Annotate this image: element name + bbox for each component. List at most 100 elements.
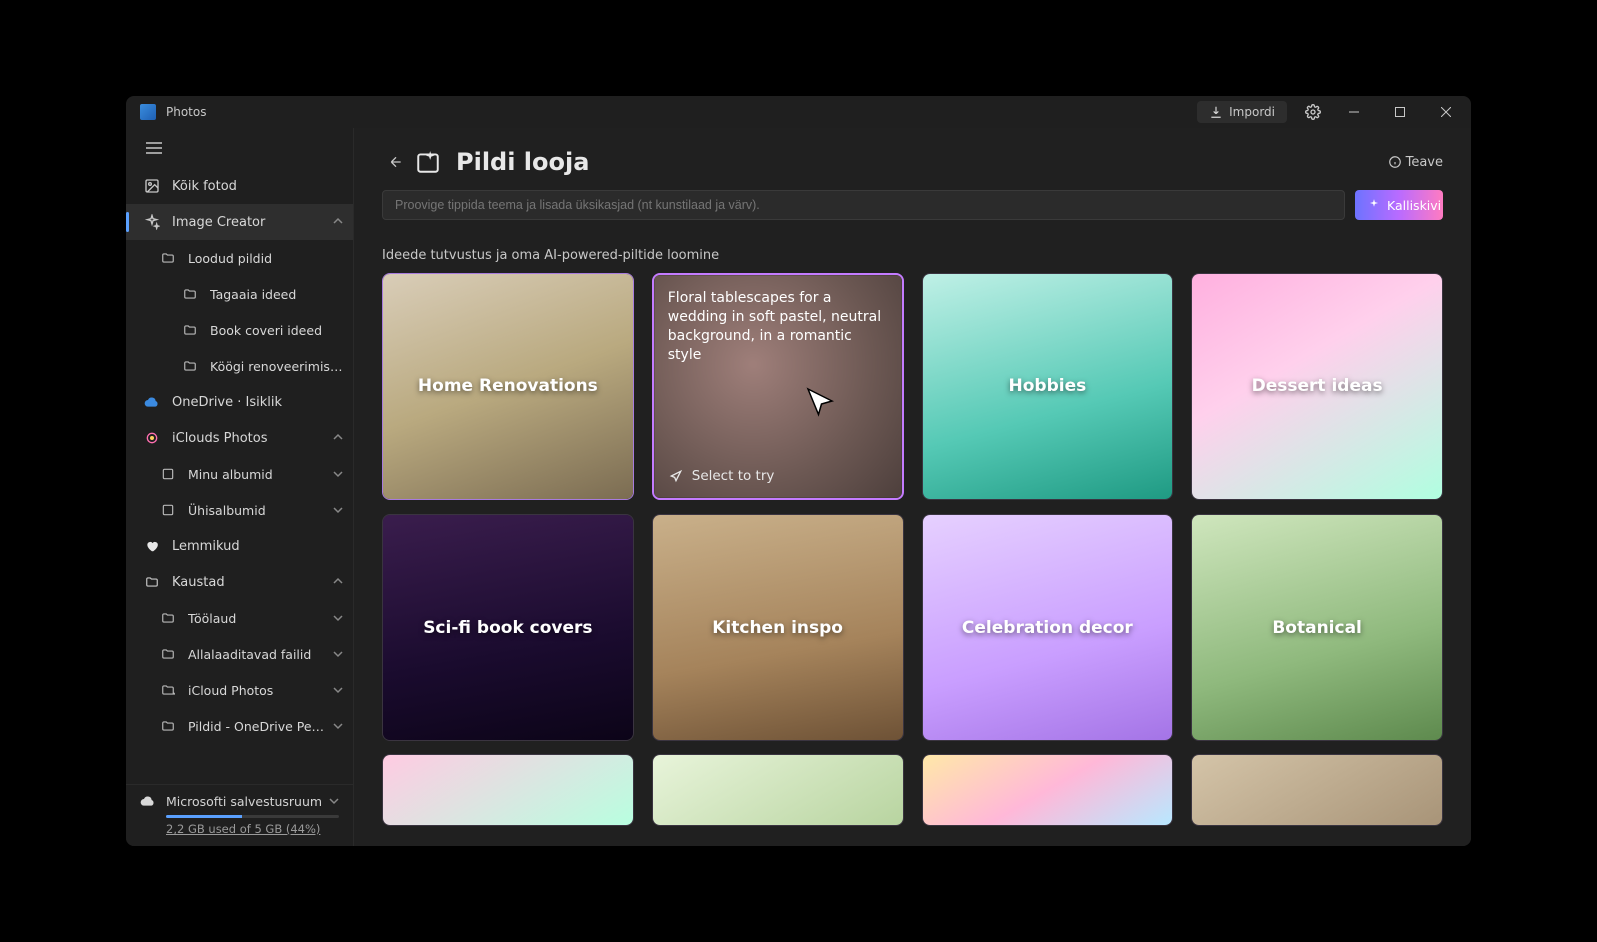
nav-shared-albums[interactable]: Ühisalbumid	[126, 492, 353, 528]
section-subtitle: Ideede tutvustus ja oma AI-powered-pilti…	[354, 220, 1471, 273]
chevron-down-icon	[333, 611, 343, 626]
nav-my-albums[interactable]: Minu albumid	[126, 456, 353, 492]
import-label: Impordi	[1229, 105, 1275, 119]
card-scifi-book-covers[interactable]: Sci-fi book covers	[382, 514, 634, 741]
titlebar: Photos Impordi	[126, 96, 1471, 128]
card-label: Celebration decor	[923, 515, 1173, 740]
minimize-icon	[1349, 107, 1359, 117]
card-partial-2[interactable]	[652, 754, 904, 826]
settings-button[interactable]	[1295, 96, 1331, 128]
nav-all-photos[interactable]: Kõik fotod	[126, 168, 353, 204]
close-button[interactable]	[1423, 96, 1469, 128]
card-label: Home Renovations	[383, 274, 633, 499]
page-title: Pildi looja	[456, 148, 1388, 176]
nav-downloads[interactable]: Allalaaditavad failid	[126, 636, 353, 672]
generate-button[interactable]: Kalliskivi mää	[1355, 190, 1443, 220]
app-window: Photos Impordi Kõik fotod	[126, 96, 1471, 846]
heart-icon	[144, 538, 160, 554]
hamburger-icon	[146, 142, 162, 154]
card-hobbies[interactable]: Hobbies	[922, 273, 1174, 500]
chevron-up-icon	[333, 575, 343, 590]
storage-used[interactable]: 2,2 GB used of 5 GB (44%)	[166, 822, 339, 836]
prompt-input[interactable]	[382, 190, 1345, 220]
card-label: Dessert ideas	[1192, 274, 1442, 499]
nav-onedrive[interactable]: OneDrive · Isiklik	[126, 384, 353, 420]
back-button[interactable]	[382, 148, 410, 176]
nav-image-creator[interactable]: Image Creator	[126, 204, 353, 240]
prompt-bar: Kalliskivi mää	[354, 190, 1471, 220]
nav-favorites[interactable]: Lemmikud	[126, 528, 353, 564]
hamburger-button[interactable]	[134, 130, 174, 166]
sparkle-icon	[144, 214, 160, 230]
card-dessert-ideas[interactable]: Dessert ideas	[1191, 273, 1443, 500]
card-partial-3[interactable]	[922, 754, 1174, 826]
card-botanical[interactable]: Botanical	[1191, 514, 1443, 741]
arrow-left-icon	[388, 154, 404, 170]
nav-label: Allalaaditavad failid	[188, 647, 329, 662]
nav-kitchen-renov[interactable]: Köögi renoveerimised	[126, 348, 353, 384]
page-header: Pildi looja Teave	[354, 128, 1471, 190]
sparkle-icon	[1367, 198, 1381, 212]
nav-label: Tagaaia ideed	[210, 287, 343, 302]
nav-label: Ühisalbumid	[188, 503, 329, 518]
storage-bar-fill	[166, 815, 242, 818]
nav-label: Pildid - OneDrive Personal	[188, 719, 329, 734]
card-partial-1[interactable]	[382, 754, 634, 826]
chevron-up-icon	[333, 431, 343, 446]
chevron-down-icon	[333, 719, 343, 734]
card-prompt-text: Floral tablescapes for a wedding in soft…	[668, 289, 888, 365]
nav-icloud-folder[interactable]: iCloud Photos	[126, 672, 353, 708]
nav-label: OneDrive · Isiklik	[172, 395, 343, 410]
card-label: Hobbies	[923, 274, 1173, 499]
info-icon	[1388, 155, 1402, 169]
card-celebration-decor[interactable]: Celebration decor	[922, 514, 1174, 741]
image-creator-icon	[414, 148, 442, 176]
card-partial-4[interactable]	[1191, 754, 1443, 826]
nav-label: Kaustad	[172, 575, 329, 590]
nav-book-cover-ideas[interactable]: Book coveri ideed	[126, 312, 353, 348]
info-label: Teave	[1406, 155, 1443, 170]
nav-folders[interactable]: Kaustad	[126, 564, 353, 600]
import-icon	[1209, 105, 1223, 119]
storage-panel[interactable]: Microsofti salvestusruum 2,2 GB used of …	[126, 784, 353, 846]
storage-title: Microsofti salvestusruum	[166, 794, 322, 809]
chevron-down-icon	[333, 467, 343, 482]
generate-label: Kalliskivi mää	[1387, 198, 1443, 213]
card-bg	[653, 755, 903, 825]
nav-label: Köögi renoveerimised	[210, 359, 343, 374]
main-content: Pildi looja Teave Kalliskivi mää Ideede …	[354, 128, 1471, 846]
import-button[interactable]: Impordi	[1197, 101, 1287, 123]
card-bg	[383, 755, 633, 825]
nav-desktop[interactable]: Töölaud	[126, 600, 353, 636]
nav-created-images[interactable]: Loodud pildid	[126, 240, 353, 276]
nav-label: Book coveri ideed	[210, 323, 343, 338]
card-label: Botanical	[1192, 515, 1442, 740]
maximize-button[interactable]	[1377, 96, 1423, 128]
card-floral-tablescapes[interactable]: Floral tablescapes for a wedding in soft…	[652, 273, 904, 500]
card-kitchen-inspo[interactable]: Kitchen inspo	[652, 514, 904, 741]
nav-icloud-photos[interactable]: iClouds Photos	[126, 420, 353, 456]
nav-label: iCloud Photos	[188, 683, 329, 698]
folder-icon	[182, 358, 198, 374]
folder-icon	[144, 574, 160, 590]
gear-icon	[1305, 104, 1321, 120]
sidebar: Kõik fotod Image Creator Loodud pildid T…	[126, 128, 354, 846]
ideas-grid: Home Renovations Floral tablescapes for …	[354, 273, 1471, 846]
nav-backyard-ideas[interactable]: Tagaaia ideed	[126, 276, 353, 312]
card-home-renovations[interactable]: Home Renovations	[382, 273, 634, 500]
nav-pictures-onedrive[interactable]: Pildid - OneDrive Personal	[126, 708, 353, 744]
close-icon	[1441, 107, 1451, 117]
cloud-icon	[144, 394, 160, 410]
info-button[interactable]: Teave	[1388, 155, 1443, 170]
photos-icon	[144, 178, 160, 194]
select-to-try: Select to try	[668, 468, 775, 484]
minimize-button[interactable]	[1331, 96, 1377, 128]
album-icon	[160, 466, 176, 482]
card-label: Kitchen inspo	[653, 515, 903, 740]
folder-icon	[160, 718, 176, 734]
folder-icon	[160, 610, 176, 626]
folder-icon	[160, 646, 176, 662]
nav-label: Lemmikud	[172, 539, 343, 554]
card-bg	[923, 755, 1173, 825]
folder-icon	[160, 682, 176, 698]
